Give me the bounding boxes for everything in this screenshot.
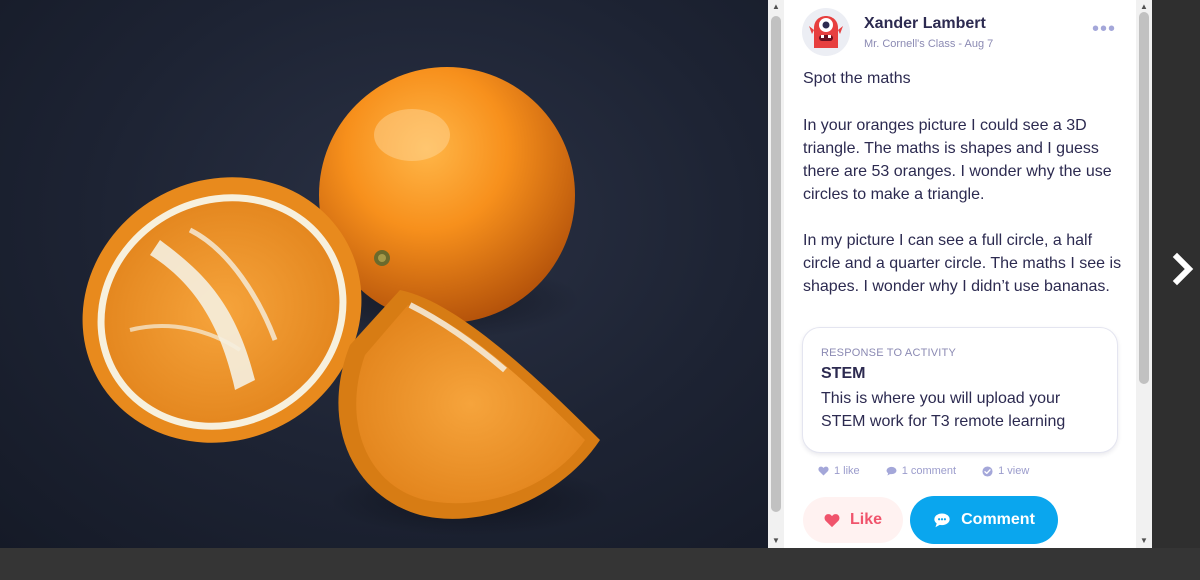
scrollbar-thumb[interactable] [771, 16, 781, 512]
post-paragraph-1: In your oranges picture I could see a 3D… [803, 117, 1112, 203]
panel-scrollbar[interactable]: ▲ ▼ [1136, 0, 1152, 548]
comments-stat[interactable]: 1 comment [886, 465, 956, 477]
comment-icon [934, 513, 950, 528]
activity-name: STEM [821, 365, 866, 382]
scroll-down-icon[interactable]: ▼ [1136, 534, 1152, 548]
likes-stat[interactable]: 1 like [818, 465, 860, 477]
avatar[interactable] [802, 8, 850, 56]
author-name[interactable]: Xander Lambert [864, 15, 986, 33]
like-button[interactable]: Like [803, 497, 903, 543]
post-stats: 1 like 1 comment 1 view [818, 465, 1055, 477]
post-title: Spot the maths [803, 70, 911, 87]
comments-count: 1 comment [901, 465, 957, 477]
activity-card[interactable]: RESPONSE TO ACTIVITY STEM This is where … [802, 327, 1118, 453]
chevron-right-icon[interactable] [1172, 252, 1196, 286]
post-paragraph-2: In my picture I can see a full circle, a… [803, 232, 1122, 295]
check-circle-icon [982, 465, 993, 477]
activity-description: This is where you will upload your STEM … [821, 390, 1066, 430]
scroll-up-icon[interactable]: ▲ [768, 0, 784, 14]
bottom-bar [0, 548, 1200, 580]
views-count: 1 view [998, 465, 1030, 477]
oranges-image [82, 67, 610, 536]
scrollbar-thumb[interactable] [1139, 12, 1149, 384]
comment-icon [886, 466, 897, 476]
heart-icon [824, 513, 840, 527]
photo-scrollbar[interactable]: ▲ ▼ [768, 0, 784, 548]
monster-avatar-icon [809, 16, 843, 48]
more-icon[interactable]: ••• [1092, 19, 1116, 39]
views-stat: 1 view [982, 465, 1029, 477]
post-panel: Xander Lambert Mr. Cornell's Class - Aug… [784, 0, 1136, 548]
heart-icon [818, 466, 829, 476]
activity-label: RESPONSE TO ACTIVITY [821, 347, 957, 359]
like-button-label: Like [849, 511, 882, 528]
post-photo [0, 0, 768, 548]
scroll-down-icon[interactable]: ▼ [768, 534, 784, 548]
post-meta: Mr. Cornell's Class - Aug 7 [864, 38, 994, 50]
likes-count: 1 like [834, 465, 860, 477]
comment-button[interactable]: Comment [910, 496, 1058, 544]
comment-button-label: Comment [961, 511, 1035, 528]
